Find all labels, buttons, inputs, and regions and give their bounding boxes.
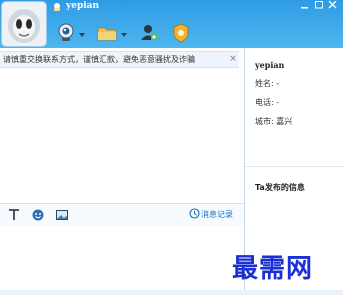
webcam-dropdown-icon[interactable] [79, 33, 85, 37]
safety-notice: 请慎重交换联系方式，谨慎汇款，避免恶意骚扰及诈骗 × [0, 51, 239, 68]
bottom-strip [0, 290, 343, 295]
minimize-icon[interactable] [300, 1, 310, 9]
maximize-icon[interactable] [314, 1, 324, 9]
window-title: yepian [66, 1, 100, 11]
notice-close-button[interactable]: × [227, 52, 239, 67]
folder-dropdown-icon[interactable] [121, 33, 127, 37]
image-icon[interactable] [55, 208, 69, 222]
message-input[interactable] [0, 226, 244, 292]
contact-surname: 姓名: - [255, 79, 280, 88]
safety-notice-text: 请慎重交换联系方式，谨慎汇款，避免恶意骚扰及诈骗 [3, 55, 195, 64]
webcam-icon[interactable] [57, 22, 75, 44]
edit-toolbar: 消息记录 [0, 203, 244, 226]
clock-icon [189, 208, 200, 222]
contact-phone: 电话: - [255, 98, 280, 107]
avatar[interactable] [1, 1, 47, 47]
shield-icon[interactable] [172, 22, 190, 44]
emoji-icon[interactable] [31, 208, 45, 222]
contact-icon[interactable] [140, 22, 158, 44]
font-icon[interactable] [7, 208, 21, 222]
title-bar: yepian [0, 0, 343, 48]
message-area[interactable] [0, 68, 244, 202]
user-status-icon [52, 2, 62, 12]
contact-name: yepian [255, 60, 285, 70]
watermark: 最需网 [232, 254, 314, 284]
close-icon[interactable] [328, 0, 338, 9]
chat-panel: 请慎重交换联系方式，谨慎汇款，避免恶意骚扰及诈骗 × 消息记录 [0, 48, 245, 295]
ta-published-heading: Ta发布的信息 [255, 183, 305, 192]
message-history-label: 消息记录 [201, 210, 233, 219]
contact-city: 城市: 嘉兴 [255, 117, 293, 126]
divider [245, 166, 343, 167]
folder-icon[interactable] [96, 22, 118, 44]
